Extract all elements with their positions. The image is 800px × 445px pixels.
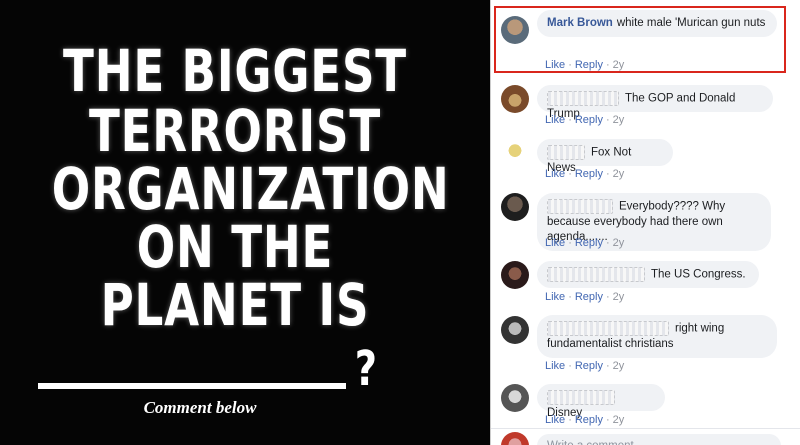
avatar[interactable] (501, 316, 529, 344)
comment-actions: Like · Reply · 2y (545, 168, 625, 180)
meme-line-4: ON THE (136, 213, 334, 281)
avatar (501, 432, 529, 445)
like-link[interactable]: Like (545, 291, 565, 303)
comment-time[interactable]: 2y (613, 237, 625, 249)
comment-time[interactable]: 2y (613, 360, 625, 372)
meme-line-5: PLANET IS (100, 271, 370, 339)
redacted-name (547, 145, 585, 160)
reply-link[interactable]: Reply (575, 360, 603, 372)
comment-actions: Like · Reply · 2y (545, 360, 625, 372)
meme-line-1: THE BIGGEST (63, 37, 407, 105)
question-mark: ? (354, 341, 378, 397)
comment-actions: Like · Reply · 2y (545, 414, 625, 426)
avatar[interactable] (501, 384, 529, 412)
reply-link[interactable]: Reply (575, 414, 603, 426)
comment-time[interactable]: 2y (613, 414, 625, 426)
like-link[interactable]: Like (545, 414, 565, 426)
comment-bubble: right wing fundamentalist christians (537, 315, 777, 358)
avatar[interactable] (501, 261, 529, 289)
redacted-name (547, 390, 615, 405)
comment-time[interactable]: 2y (613, 114, 625, 126)
meme-line-3: ORGANIZATION (51, 155, 450, 223)
redacted-name (547, 267, 645, 282)
redacted-name (547, 199, 613, 214)
like-link[interactable]: Like (545, 237, 565, 249)
meme-image: THE BIGGEST TERRORIST ORGANIZATION ON TH… (0, 0, 490, 445)
reply-link[interactable]: Reply (575, 114, 603, 126)
like-link[interactable]: Like (545, 168, 565, 180)
comment-composer: Write a comment... (491, 428, 800, 445)
like-link[interactable]: Like (545, 114, 565, 126)
reply-link[interactable]: Reply (575, 291, 603, 303)
comment-input[interactable]: Write a comment... (537, 434, 781, 445)
comment-actions: Like · Reply · 2y (545, 114, 625, 126)
comment-bubble: Fox Not News (537, 139, 673, 174)
avatar[interactable] (501, 193, 529, 221)
comment-bubble: Disney (537, 384, 665, 419)
redacted-name (547, 91, 619, 106)
comment-bubble: The US Congress. (537, 261, 759, 288)
comment-actions: Like · Reply · 2y (545, 237, 625, 249)
avatar[interactable] (501, 138, 529, 166)
reply-link[interactable]: Reply (575, 237, 603, 249)
comment-time[interactable]: 2y (613, 291, 625, 303)
meme-caption: Comment below (143, 398, 257, 417)
comment-actions: Like · Reply · 2y (545, 291, 625, 303)
comment-text: The US Congress. (651, 268, 746, 281)
like-link[interactable]: Like (545, 360, 565, 372)
highlight-box (494, 6, 786, 73)
fill-in-blank-line (38, 383, 346, 389)
redacted-name (547, 321, 669, 336)
meme-line-2: TERRORIST (88, 97, 382, 165)
comment-bubble: The GOP and Donald Trump (537, 85, 773, 120)
reply-link[interactable]: Reply (575, 168, 603, 180)
avatar[interactable] (501, 85, 529, 113)
comment-time[interactable]: 2y (613, 168, 625, 180)
